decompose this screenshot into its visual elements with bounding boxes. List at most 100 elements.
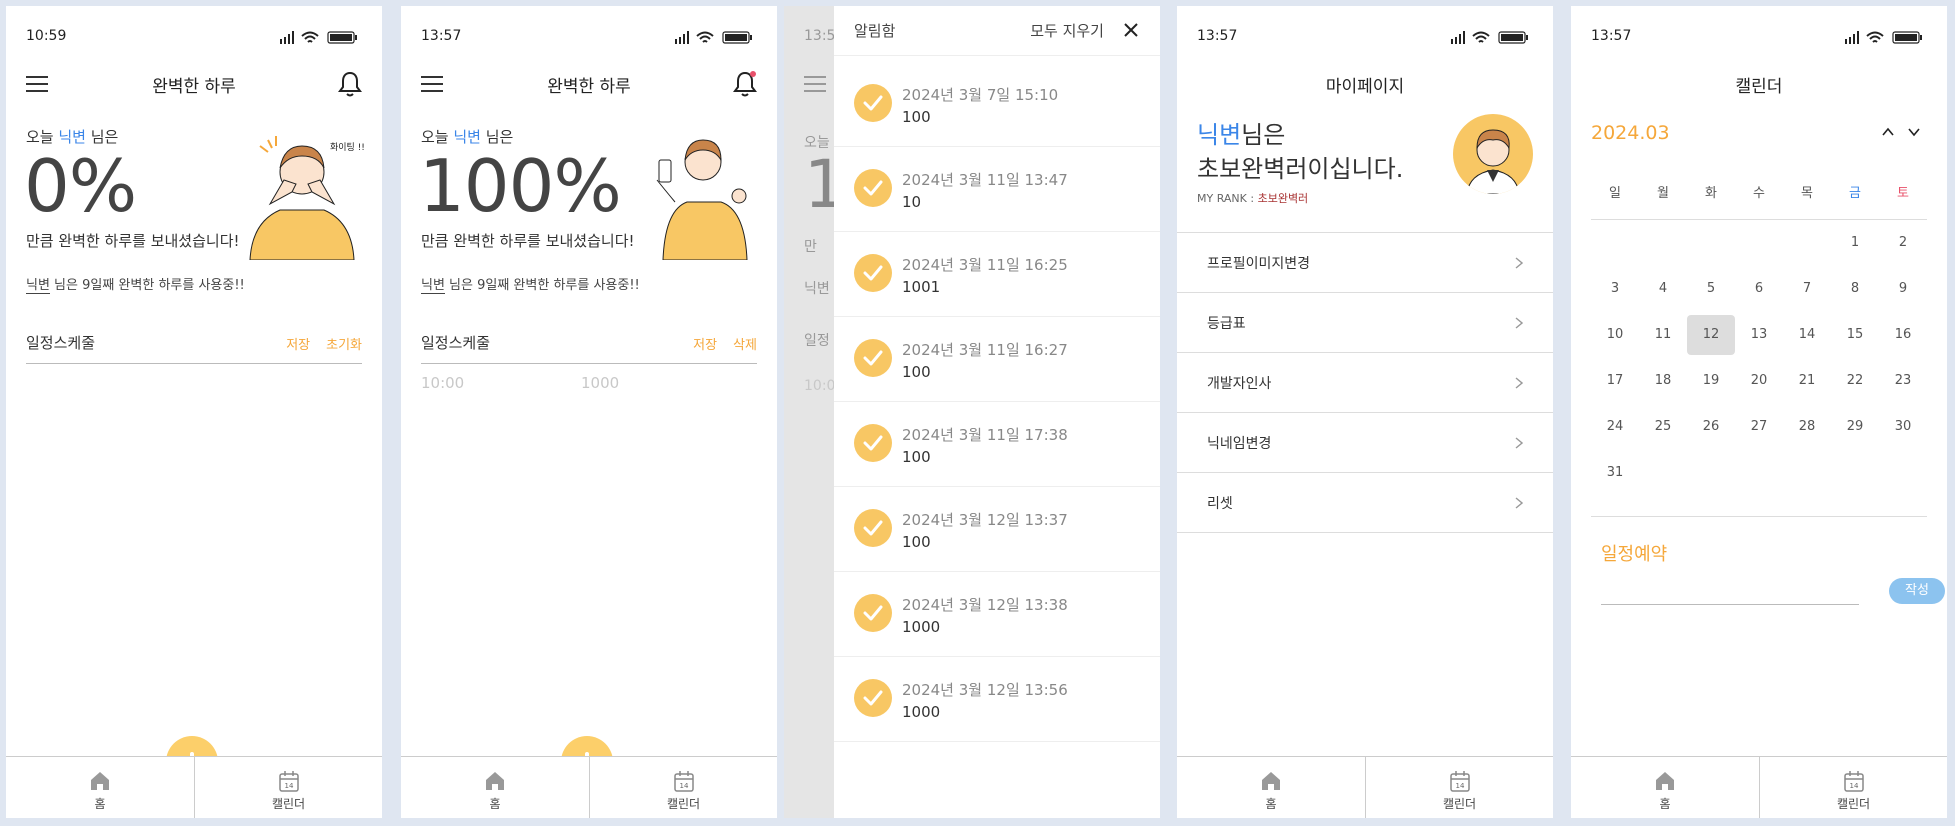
bell-with-badge-icon[interactable] [733, 70, 757, 98]
calendar-empty-cell [1783, 450, 1831, 496]
tab-home[interactable]: 홈 [401, 757, 589, 818]
calendar-week: 3456789 [1591, 266, 1927, 312]
write-button[interactable]: 작성 [1889, 578, 1945, 604]
calendar-week: 10 11 12 13 14 15 16 [1591, 312, 1927, 358]
notification-date: 2024년 3월 11일 16:27 [902, 341, 1068, 359]
calendar-day[interactable]: 31 [1591, 450, 1639, 496]
close-icon[interactable] [1124, 23, 1138, 37]
calendar-day[interactable]: 19 [1687, 358, 1735, 404]
chevron-up-icon[interactable] [1882, 127, 1894, 136]
notification-item[interactable]: 2024년 3월 12일 13:56 1000 [834, 657, 1160, 742]
notification-date: 2024년 3월 11일 17:38 [902, 426, 1068, 444]
menu-item[interactable]: 등급표 [1177, 293, 1553, 353]
menu-item[interactable]: 리셋 [1177, 473, 1553, 533]
calendar-day[interactable]: 15 [1831, 312, 1879, 358]
notification-date: 2024년 3월 12일 13:37 [902, 511, 1068, 529]
notification-value: 1000 [902, 703, 941, 721]
dimmed-background[interactable]: 13:57 오늘 1 만 닉변 일정 10:0 [784, 6, 846, 818]
completed-schedule-item[interactable]: 10:00 1000 [421, 374, 741, 392]
tab-calendar[interactable]: 14 캘린더 [589, 757, 777, 818]
notification-value: 100 [902, 533, 931, 551]
calendar-day[interactable]: 5 [1687, 266, 1735, 312]
status-time: 10:59 [26, 28, 67, 44]
notification-item[interactable]: 2024년 3월 7일 15:10 100 [834, 62, 1160, 147]
notification-item[interactable]: 2024년 3월 11일 16:27 100 [834, 317, 1160, 402]
calendar-day[interactable]: 13 [1735, 312, 1783, 358]
calendar-day[interactable]: 8 [1831, 266, 1879, 312]
bottom-tab-bar: 홈 14 캘린더 [401, 756, 777, 818]
calendar-day[interactable]: 2 [1879, 220, 1927, 266]
delete-button[interactable]: 삭제 [733, 338, 757, 353]
tab-home[interactable]: 홈 [1177, 757, 1365, 818]
calendar-day[interactable]: 7 [1783, 266, 1831, 312]
notification-item[interactable]: 2024년 3월 11일 16:25 1001 [834, 232, 1160, 317]
calendar-day[interactable]: 12 [1687, 312, 1735, 358]
calendar-day[interactable]: 18 [1639, 358, 1687, 404]
tab-calendar[interactable]: 14 캘린더 [194, 757, 382, 818]
calendar-day[interactable]: 1 [1831, 220, 1879, 266]
calendar-empty-cell [1687, 450, 1735, 496]
profile-nickname: 닉변 [1197, 121, 1242, 149]
home-icon [1656, 772, 1674, 790]
calendar-day[interactable]: 4 [1639, 266, 1687, 312]
tab-calendar[interactable]: 14 캘린더 [1365, 757, 1553, 818]
calendar-day[interactable]: 22 [1831, 358, 1879, 404]
status-icons [280, 31, 357, 44]
calendar-day[interactable]: 11 [1639, 312, 1687, 358]
notification-item[interactable]: 2024년 3월 11일 17:38 100 [834, 402, 1160, 487]
status-time: 13:57 [1591, 28, 1632, 44]
calendar-day[interactable]: 16 [1879, 312, 1927, 358]
schedule-header: 일정스케줄 저장 삭제 [421, 324, 757, 364]
clear-all-button[interactable]: 모두 지우기 [1030, 20, 1104, 41]
calendar-day[interactable]: 27 [1735, 404, 1783, 450]
schedule-label: 일정스케줄 [26, 334, 96, 352]
schedule-input[interactable] [1601, 604, 1859, 605]
home-icon [1262, 772, 1280, 790]
calendar-day[interactable]: 14 [1783, 312, 1831, 358]
save-button[interactable]: 저장 [693, 338, 717, 353]
page-title: 마이페이지 [1325, 77, 1405, 97]
menu-item[interactable]: 닉네임변경 [1177, 413, 1553, 473]
calendar-day[interactable]: 21 [1783, 358, 1831, 404]
tab-calendar-label: 캘린더 [271, 797, 306, 811]
calendar-day[interactable]: 10 [1591, 312, 1639, 358]
calendar-day[interactable]: 23 [1879, 358, 1927, 404]
calendar-day[interactable]: 9 [1879, 266, 1927, 312]
calendar-empty-cell [1687, 220, 1735, 266]
tab-calendar-label: 캘린더 [1836, 797, 1871, 811]
status-icons [1845, 31, 1922, 44]
check-icon [854, 169, 892, 207]
tab-calendar[interactable]: 14 캘린더 [1759, 757, 1947, 818]
bell-icon[interactable] [338, 70, 362, 98]
calendar-day[interactable]: 24 [1591, 404, 1639, 450]
notification-item[interactable]: 2024년 3월 12일 13:38 1000 [834, 572, 1160, 657]
calendar-day[interactable]: 29 [1831, 404, 1879, 450]
calendar-day[interactable]: 26 [1687, 404, 1735, 450]
usage-days: 닉변 님은 9일째 완벽한 하루를 사용중!! [421, 274, 640, 294]
menu-item-label: 프로필이미지변경 [1207, 256, 1311, 272]
calendar-week: 12 [1591, 220, 1927, 266]
calendar-day[interactable]: 20 [1735, 358, 1783, 404]
menu-item[interactable]: 개발자인사 [1177, 353, 1553, 413]
calendar-day[interactable]: 28 [1783, 404, 1831, 450]
chevron-down-icon[interactable] [1908, 128, 1920, 137]
rank-label: MY RANK : [1197, 192, 1258, 205]
calendar-day[interactable]: 6 [1735, 266, 1783, 312]
tab-home[interactable]: 홈 [6, 757, 194, 818]
calendar-day[interactable]: 17 [1591, 358, 1639, 404]
tab-home[interactable]: 홈 [1571, 757, 1759, 818]
calendar-day[interactable]: 30 [1879, 404, 1927, 450]
reset-button[interactable]: 초기화 [326, 338, 362, 353]
profile-grade: 초보완벽러이십니다. [1197, 155, 1404, 183]
menu-item-label: 개발자인사 [1207, 376, 1272, 392]
rank-value: 초보완벽러 [1257, 192, 1309, 205]
calendar-days: 1 2 3 4 5 6 7 8 9 10 11 12 13 14 15 16 17 18 19 20 21 22 23 24 2… [1591, 220, 1927, 496]
menu-item[interactable]: 프로필이미지변경 [1177, 233, 1553, 293]
notification-item[interactable]: 2024년 3월 12일 13:37 100 [834, 487, 1160, 572]
app-header: 완벽한 하루 [401, 64, 777, 104]
save-button[interactable]: 저장 [286, 338, 310, 353]
calendar-day[interactable]: 3 [1591, 266, 1639, 312]
profile-name-suffix: 님은 [1241, 121, 1286, 149]
notification-item[interactable]: 2024년 3월 11일 13:47 10 [834, 147, 1160, 232]
calendar-day[interactable]: 25 [1639, 404, 1687, 450]
